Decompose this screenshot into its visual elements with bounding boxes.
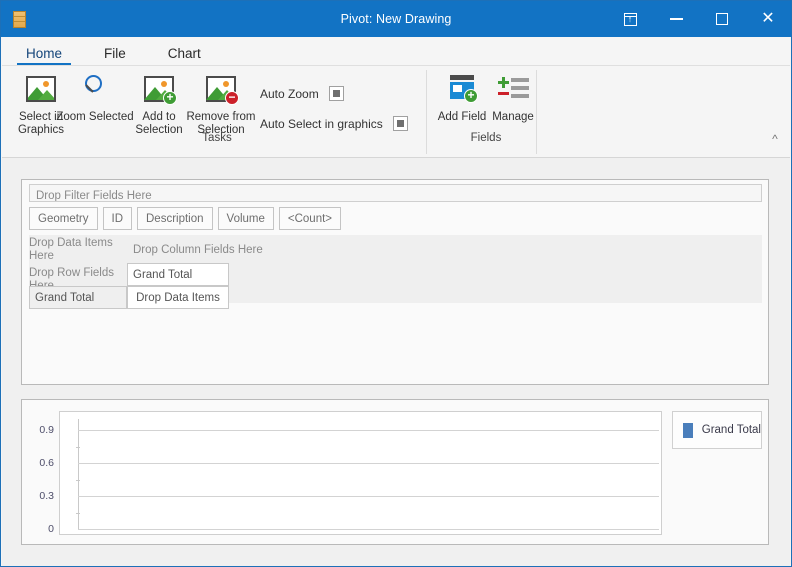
chart-gridline xyxy=(78,529,659,530)
tab-home[interactable]: Home xyxy=(16,46,72,65)
pivot-table-panel: Drop Filter Fields Here Geometry ID Desc… xyxy=(21,179,769,385)
title-bar: Pivot: New Drawing ✕ xyxy=(1,1,791,37)
chart-y-minor-tick xyxy=(76,479,80,481)
dock-icon xyxy=(623,12,637,26)
chevron-up-icon[interactable]: ^ xyxy=(766,132,784,146)
client-area: Drop Filter Fields Here Geometry ID Desc… xyxy=(2,158,790,566)
chart-legend[interactable]: Grand Total xyxy=(672,411,762,449)
chart-gridline xyxy=(78,463,659,464)
remove-from-selection-button[interactable]: − Remove from Selection xyxy=(180,70,262,137)
column-grand-total-cell[interactable]: Grand Total xyxy=(127,263,229,286)
database-icon xyxy=(12,10,26,28)
chart-panel: 0.9 0.6 0.3 0 Grand Total xyxy=(21,399,769,545)
filter-fields-dropzone[interactable]: Drop Filter Fields Here xyxy=(29,184,762,202)
remove-from-selection-label-line1: Remove from xyxy=(186,111,256,123)
minimize-icon xyxy=(669,18,683,20)
chart-plot-area: 0.9 0.6 0.3 0 xyxy=(39,411,662,535)
maximize-icon xyxy=(716,13,728,25)
chart-y-minor-tick xyxy=(76,446,80,448)
select-in-graphics-label-line2: Graphics xyxy=(17,124,65,136)
field-chip-list: Geometry ID Description Volume <Count> xyxy=(29,207,342,230)
dock-button[interactable] xyxy=(607,1,653,37)
minimize-button[interactable] xyxy=(653,1,699,37)
magnifier-icon xyxy=(47,70,143,108)
add-field-button[interactable]: + Add Field xyxy=(434,70,490,124)
manage-fields-icon xyxy=(486,70,540,108)
chart-gridline xyxy=(78,430,659,431)
window-controls: ✕ xyxy=(607,1,791,37)
data-items-dropzone-label[interactable]: Drop Data Items Here xyxy=(29,237,125,263)
image-add-icon: + xyxy=(131,70,187,108)
chart-y-tick-label: 0.6 xyxy=(39,457,54,469)
tab-chart[interactable]: Chart xyxy=(158,46,211,65)
auto-zoom-label: Auto Zoom xyxy=(260,86,319,101)
add-field-label: Add Field xyxy=(437,111,487,123)
maximize-button[interactable] xyxy=(699,1,745,37)
chart-plot-inner: 0.9 0.6 0.3 0 xyxy=(39,419,659,535)
auto-zoom-checkbox[interactable] xyxy=(328,86,344,101)
column-fields-dropzone-label[interactable]: Drop Column Fields Here xyxy=(133,244,263,257)
tasks-group-label: Tasks xyxy=(202,132,232,144)
app-icon xyxy=(1,1,37,37)
manage-fields-button[interactable]: Manage xyxy=(486,70,540,124)
auto-select-in-graphics-label: Auto Select in graphics xyxy=(260,116,383,131)
pivot-window: Pivot: New Drawing ✕ Home File Chart xyxy=(0,0,792,567)
chart-y-tick-label: 0.3 xyxy=(39,490,54,502)
chart-legend-swatch xyxy=(683,422,693,438)
manage-fields-label: Manage xyxy=(492,111,534,123)
data-items-cell[interactable]: Drop Data Items xyxy=(127,286,229,309)
add-to-selection-label-line1: Add to xyxy=(142,111,176,123)
group-separator-1 xyxy=(426,70,427,154)
auto-zoom-row[interactable]: Auto Zoom xyxy=(260,86,344,101)
fields-group-label: Fields xyxy=(470,132,502,144)
close-button[interactable]: ✕ xyxy=(745,1,791,37)
field-chip-geometry[interactable]: Geometry xyxy=(29,207,98,230)
ribbon: Home File Chart Select in Graphics Zoom … xyxy=(2,37,790,157)
add-field-icon: + xyxy=(434,70,490,108)
ribbon-body: Select in Graphics Zoom Selected + Add t… xyxy=(2,65,790,158)
add-to-selection-button[interactable]: + Add to Selection xyxy=(131,70,187,137)
image-remove-icon: − xyxy=(180,70,262,108)
auto-select-in-graphics-row[interactable]: Auto Select in graphics xyxy=(260,116,408,131)
close-icon: ✕ xyxy=(761,10,775,27)
tab-file[interactable]: File xyxy=(94,46,136,65)
chart-gridline xyxy=(78,496,659,497)
chart-y-tick-label: 0 xyxy=(48,523,54,535)
zoom-selected-label: Zoom Selected xyxy=(56,111,134,123)
auto-select-in-graphics-checkbox[interactable] xyxy=(392,116,408,131)
field-chip-count[interactable]: <Count> xyxy=(278,207,342,230)
row-grand-total-cell[interactable]: Grand Total xyxy=(29,286,127,309)
filter-fields-dropzone-label: Drop Filter Fields Here xyxy=(36,190,152,202)
zoom-selected-button[interactable]: Zoom Selected xyxy=(47,70,143,124)
field-chip-volume[interactable]: Volume xyxy=(217,207,274,230)
chart-y-tick-label: 0.9 xyxy=(39,424,54,436)
pivot-grid: Drop Data Items Here Drop Column Fields … xyxy=(29,235,762,309)
field-chip-description[interactable]: Description xyxy=(137,207,213,230)
chart-legend-label: Grand Total xyxy=(701,424,761,436)
field-chip-id[interactable]: ID xyxy=(102,207,132,230)
ribbon-tabs: Home File Chart xyxy=(2,37,233,65)
chart-y-minor-tick xyxy=(76,512,80,514)
